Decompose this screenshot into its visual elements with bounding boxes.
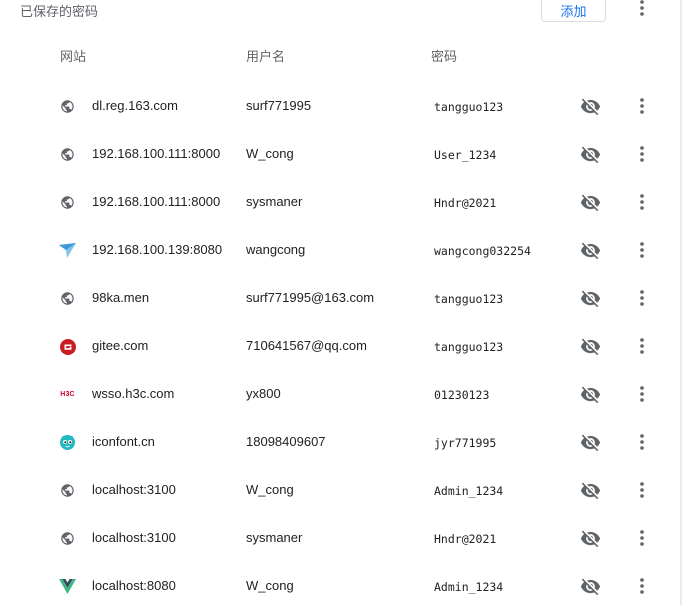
hide-password-icon[interactable] xyxy=(578,430,602,454)
password-text: tangguo123 xyxy=(434,292,504,306)
site-link[interactable]: localhost:3100 xyxy=(92,529,176,547)
more-actions-icon[interactable] xyxy=(630,478,654,502)
column-header-username: 用户名 xyxy=(246,49,286,64)
username-text: wangcong xyxy=(246,242,306,257)
globe-icon xyxy=(59,146,76,163)
password-text: Hndr@2021 xyxy=(434,532,497,546)
password-text: tangguo123 xyxy=(434,340,504,354)
globe-icon xyxy=(59,482,76,499)
h3c-logo-text: H3C xyxy=(60,391,75,398)
password-text: 01230123 xyxy=(434,388,490,402)
hide-password-icon[interactable] xyxy=(578,142,602,166)
password-row: iconfont.cn 18098409607 jyr771995 xyxy=(0,418,680,466)
more-actions-icon[interactable] xyxy=(630,0,654,20)
globe-icon xyxy=(59,290,76,307)
password-text: Admin_1234 xyxy=(434,484,504,498)
password-text: wangcong032254 xyxy=(434,244,531,258)
site-link[interactable]: 98ka.men xyxy=(92,289,149,307)
username-text: 18098409607 xyxy=(246,434,326,449)
password-row: 192.168.100.111:8000 sysmaner Hndr@2021 xyxy=(0,178,680,226)
username-text: surf771995@163.com xyxy=(246,290,375,305)
password-text: Hndr@2021 xyxy=(434,196,497,210)
site-link[interactable]: dl.reg.163.com xyxy=(92,97,178,115)
site-link[interactable]: wsso.h3c.com xyxy=(92,385,174,403)
hide-password-icon[interactable] xyxy=(578,286,602,310)
password-row: localhost:3100 W_cong Admin_1234 xyxy=(0,466,680,514)
username-text: sysmaner xyxy=(246,194,303,209)
more-actions-icon[interactable] xyxy=(630,574,654,598)
more-actions-icon[interactable] xyxy=(630,190,654,214)
password-text: tangguo123 xyxy=(434,100,504,114)
password-row: localhost:8080 W_cong Admin_1234 xyxy=(0,562,680,610)
more-actions-icon[interactable] xyxy=(630,94,654,118)
username-text: W_cong xyxy=(246,482,294,497)
username-text: yx800 xyxy=(246,386,281,401)
password-row: 192.168.100.139:8080 wangcong wangcong0322… xyxy=(0,226,680,274)
hide-password-icon[interactable] xyxy=(578,94,602,118)
more-actions-icon[interactable] xyxy=(630,334,654,358)
column-header-password: 密码 xyxy=(431,49,458,64)
add-password-button[interactable]: 添加 xyxy=(541,0,606,22)
vue-logo-icon xyxy=(59,578,76,595)
site-link[interactable]: localhost:8080 xyxy=(92,577,176,595)
hide-password-icon[interactable] xyxy=(578,478,602,502)
password-row: 192.168.100.111:8000 W_cong User_1234 xyxy=(0,130,680,178)
password-text: User_1234 xyxy=(434,148,497,162)
username-text: W_cong xyxy=(246,578,294,593)
password-row: H3C wsso.h3c.com yx800 01230123 xyxy=(0,370,680,418)
site-link[interactable]: 192.168.100.111:8000 xyxy=(92,145,220,163)
site-link[interactable]: localhost:3100 xyxy=(92,481,176,499)
hide-password-icon[interactable] xyxy=(578,190,602,214)
password-row: localhost:3100 sysmaner Hndr@2021 xyxy=(0,514,680,562)
hide-password-icon[interactable] xyxy=(578,526,602,550)
password-row: 98ka.men surf771995@163.com tangguo123 xyxy=(0,274,680,322)
password-text: Admin_1234 xyxy=(434,580,504,594)
globe-icon xyxy=(59,530,76,547)
hide-password-icon[interactable] xyxy=(578,238,602,262)
paper-plane-icon xyxy=(59,242,76,259)
username-text: W_cong xyxy=(246,146,294,161)
globe-icon xyxy=(59,98,76,115)
section-title: 已保存的密码 xyxy=(20,4,99,19)
password-row: gitee.com 710641567@qq.com tangguo123 xyxy=(0,322,680,370)
more-actions-icon[interactable] xyxy=(630,526,654,550)
hide-password-icon[interactable] xyxy=(578,574,602,598)
more-actions-icon[interactable] xyxy=(630,382,654,406)
site-link[interactable]: 192.168.100.139:8080 xyxy=(92,241,222,259)
globe-icon xyxy=(59,194,76,211)
username-text: surf771995 xyxy=(246,98,312,113)
password-text: jyr771995 xyxy=(434,436,497,450)
h3c-logo-icon: H3C xyxy=(59,386,76,403)
username-text: sysmaner xyxy=(246,530,303,545)
site-link[interactable]: gitee.com xyxy=(92,337,148,355)
more-actions-icon[interactable] xyxy=(630,286,654,310)
username-text: 710641567@qq.com xyxy=(246,338,367,353)
password-row: dl.reg.163.com surf771995 tangguo123 xyxy=(0,82,680,130)
more-actions-icon[interactable] xyxy=(630,238,654,262)
column-header-site: 网站 xyxy=(60,49,87,64)
gitee-logo-icon xyxy=(59,338,76,355)
site-link[interactable]: 192.168.100.111:8000 xyxy=(92,193,220,211)
more-actions-icon[interactable] xyxy=(630,430,654,454)
more-actions-icon[interactable] xyxy=(630,142,654,166)
iconfont-logo-icon xyxy=(59,434,76,451)
hide-password-icon[interactable] xyxy=(578,382,602,406)
hide-password-icon[interactable] xyxy=(578,334,602,358)
site-link[interactable]: iconfont.cn xyxy=(92,433,155,451)
